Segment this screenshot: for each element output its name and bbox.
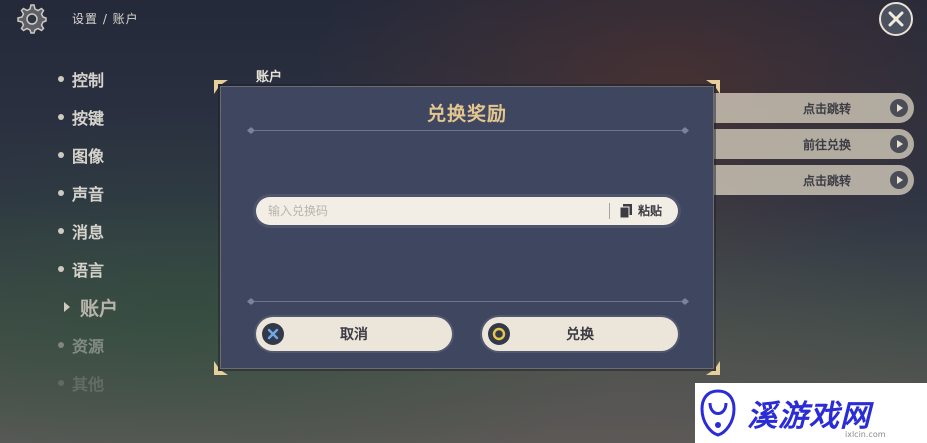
watermark-text: 溪游戏网 xyxy=(747,399,871,434)
input-separator xyxy=(609,203,610,219)
nav-item-label: 消息 xyxy=(72,223,105,242)
settings-nav: 控制 按键 图像 声音 消息 语言 账户 资源 其他 xyxy=(58,60,118,402)
nav-item-resources[interactable]: 资源 xyxy=(58,326,118,364)
nav-item-keys[interactable]: 按键 xyxy=(58,98,118,136)
arrow-right-icon xyxy=(890,171,908,189)
settings-gear-icon xyxy=(16,3,48,35)
divider-ornament xyxy=(247,127,689,134)
nav-item-label: 账户 xyxy=(80,297,119,320)
cross-icon xyxy=(262,323,284,345)
close-button[interactable] xyxy=(879,2,913,36)
corner-ornament-icon xyxy=(214,80,228,94)
nav-item-label: 控制 xyxy=(72,71,105,90)
nav-item-controls[interactable]: 控制 xyxy=(58,60,118,98)
nav-item-graphics[interactable]: 图像 xyxy=(58,136,118,174)
corner-ornament-icon xyxy=(706,80,720,94)
cancel-label: 取消 xyxy=(340,327,368,343)
watermark: 溪游戏网 ixlcin.com xyxy=(695,383,927,443)
side-button-redeem[interactable]: 前往兑换 xyxy=(700,129,914,159)
nav-item-label: 其他 xyxy=(72,375,105,394)
nav-item-label: 资源 xyxy=(72,337,105,356)
section-title: 账户 xyxy=(256,70,283,85)
redeem-label: 兑换 xyxy=(566,327,594,343)
side-button-jump-1[interactable]: 点击跳转 xyxy=(700,93,914,123)
corner-ornament-icon xyxy=(214,361,228,375)
nav-item-other[interactable]: 其他 xyxy=(58,364,118,402)
circle-icon xyxy=(488,323,510,345)
paste-button[interactable]: 粘贴 xyxy=(620,202,662,219)
paste-label: 粘贴 xyxy=(638,204,663,218)
cancel-button[interactable]: 取消 xyxy=(256,317,452,351)
nav-item-account[interactable]: 账户 xyxy=(64,288,118,326)
redeem-button[interactable]: 兑换 xyxy=(482,317,678,351)
nav-item-label: 声音 xyxy=(72,185,105,204)
paste-icon xyxy=(620,203,632,218)
arrow-right-icon xyxy=(890,99,908,117)
nav-item-language[interactable]: 语言 xyxy=(58,250,118,288)
divider-ornament xyxy=(247,298,689,305)
side-button-label: 前往兑换 xyxy=(802,137,851,152)
watermark-logo-icon xyxy=(700,389,736,437)
watermark-url: ixlcin.com xyxy=(845,430,886,439)
nav-item-label: 图像 xyxy=(72,147,105,166)
redeem-code-input[interactable] xyxy=(268,201,598,221)
side-button-jump-2[interactable]: 点击跳转 xyxy=(700,165,914,195)
nav-item-audio[interactable]: 声音 xyxy=(58,174,118,212)
corner-ornament-icon xyxy=(706,361,720,375)
dialog-title: 兑换奖励 xyxy=(426,103,507,125)
nav-item-label: 按键 xyxy=(72,109,105,128)
close-icon xyxy=(888,11,904,27)
nav-item-label: 语言 xyxy=(72,261,105,280)
redeem-dialog: 兑换奖励 粘贴 取消 兑换 xyxy=(214,80,720,375)
redeem-code-field[interactable]: 粘贴 xyxy=(256,197,678,225)
breadcrumb: 设置 / 账户 xyxy=(72,12,139,26)
side-button-label: 点击跳转 xyxy=(802,173,851,188)
side-button-label: 点击跳转 xyxy=(802,101,851,116)
nav-item-messages[interactable]: 消息 xyxy=(58,212,118,250)
arrow-right-icon xyxy=(890,135,908,153)
